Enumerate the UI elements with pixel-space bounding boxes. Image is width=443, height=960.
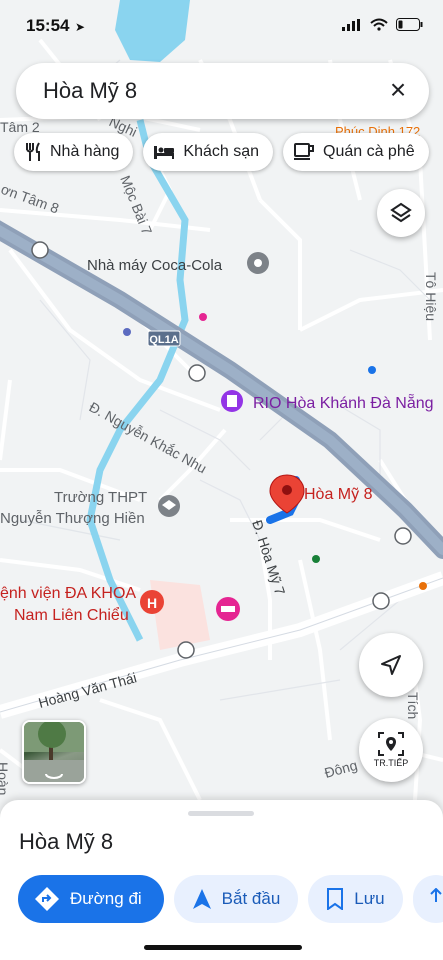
directions-label: Đường đi: [70, 889, 142, 908]
rio-poi-icon[interactable]: [221, 390, 243, 412]
map-label-hoa-my-8: Hòa Mỹ 8: [304, 486, 373, 503]
share-icon: [429, 888, 442, 902]
poi-dot: [312, 555, 320, 563]
live-view-button[interactable]: TR.TIẾP: [359, 718, 423, 782]
navigation-start-icon: [192, 889, 211, 909]
live-view-label: TR.TIẾP: [373, 758, 409, 768]
map-label-truong-2: Nguyễn Thượng Hiền: [0, 510, 145, 527]
poi-dot: [419, 582, 427, 590]
sheet-handle[interactable]: [188, 811, 254, 816]
place-sheet[interactable]: Hòa Mỹ 8 Đường đi Bắt đầu Lưu: [0, 800, 443, 960]
street-view-thumbnail[interactable]: [22, 720, 86, 784]
map-label-to-hieu: Tô Hiệu: [423, 272, 439, 321]
directions-icon: [35, 887, 59, 911]
poi-dot: [199, 313, 207, 321]
action-buttons: Đường đi Bắt đầu Lưu: [18, 875, 443, 923]
map-label-benhvien-2: Nam Liên Chiểu: [14, 606, 129, 624]
coffee-icon: [294, 143, 314, 160]
chip-hotels-label: Khách sạn: [183, 143, 259, 160]
start-button[interactable]: Bắt đầu: [173, 875, 299, 923]
status-bar: 15:54 ➤: [0, 0, 443, 52]
chip-coffee[interactable]: Quán cà phê: [283, 133, 429, 171]
clear-search-button[interactable]: ×: [383, 75, 413, 105]
map-label-coca-cola: Nhà máy Coca-Cola: [87, 257, 223, 274]
location-arrow-icon: ➤: [75, 20, 86, 34]
layers-icon: [390, 202, 412, 223]
svg-text:QL1A: QL1A: [149, 334, 178, 346]
wifi-icon: [370, 18, 388, 31]
ql1a-shield: QL1A: [147, 330, 181, 347]
bookmark-icon: [327, 888, 344, 910]
home-indicator: [144, 945, 302, 950]
layers-button[interactable]: [377, 189, 425, 237]
category-chips: Nhà hàng Khách sạn Quán cà phê: [14, 133, 429, 171]
coca-cola-poi-icon[interactable]: [247, 252, 269, 274]
chip-restaurants-label: Nhà hàng: [50, 143, 120, 160]
signal-icon: [342, 18, 360, 31]
hospital-poi-icon[interactable]: H: [140, 590, 164, 614]
school-poi-icon[interactable]: [158, 495, 180, 517]
map-label-tich: Tích: [405, 692, 421, 719]
chip-hotels[interactable]: Khách sạn: [143, 133, 273, 171]
my-location-button[interactable]: [359, 633, 423, 697]
clock: 15:54: [26, 16, 70, 35]
poi-dot: [123, 328, 131, 336]
hotel-icon: [154, 146, 175, 159]
search-bar[interactable]: Hòa Mỹ 8 ×: [16, 63, 429, 119]
start-label: Bắt đầu: [221, 889, 281, 908]
poi-dot: [368, 366, 376, 374]
place-title: Hòa Mỹ 8: [19, 829, 114, 854]
save-button[interactable]: Lưu: [308, 875, 403, 923]
more-actions-button[interactable]: [412, 875, 443, 923]
battery-icon: [396, 18, 423, 31]
map-label-truong-1: Trường THPT: [54, 489, 147, 506]
map-label-hoan: Hoàn: [0, 762, 11, 795]
hotel-poi-icon[interactable]: [216, 597, 240, 621]
restaurant-icon: [26, 142, 40, 161]
chip-coffee-label: Quán cà phê: [323, 143, 415, 160]
search-query[interactable]: Hòa Mỹ 8: [43, 78, 137, 104]
navigation-arrow-icon: [381, 655, 401, 675]
directions-button[interactable]: Đường đi: [18, 875, 164, 923]
live-view-icon: [378, 732, 404, 756]
save-label: Lưu: [354, 889, 385, 908]
map-label-benhvien-1: ệnh viện ĐA KHOA: [0, 585, 136, 602]
svg-text:H: H: [147, 595, 157, 611]
map-label-rio: RIO Hòa Khánh Đà Nẵng: [253, 393, 434, 412]
hospital-area: [150, 580, 210, 650]
chip-restaurants[interactable]: Nhà hàng: [14, 133, 134, 171]
